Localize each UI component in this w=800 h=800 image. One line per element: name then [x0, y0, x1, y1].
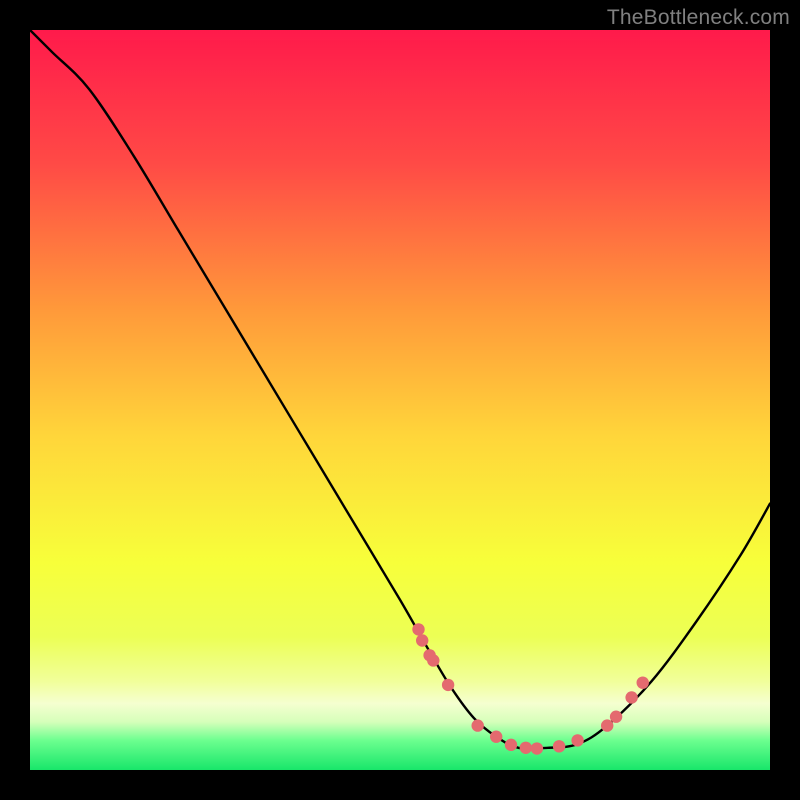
- data-point: [490, 731, 502, 743]
- bottleneck-chart: [30, 30, 770, 770]
- data-point: [427, 654, 439, 666]
- data-point: [625, 691, 637, 703]
- data-point: [472, 719, 484, 731]
- data-point: [571, 734, 583, 746]
- gradient-background: [30, 30, 770, 770]
- data-point: [637, 676, 649, 688]
- data-point: [610, 711, 622, 723]
- watermark-text: TheBottleneck.com: [607, 6, 790, 30]
- data-point: [416, 634, 428, 646]
- data-point: [553, 740, 565, 752]
- data-point: [505, 739, 517, 751]
- data-point: [412, 623, 424, 635]
- data-point: [531, 742, 543, 754]
- data-point: [520, 742, 532, 754]
- chart-frame: [30, 30, 770, 770]
- data-point: [442, 679, 454, 691]
- data-point: [601, 719, 613, 731]
